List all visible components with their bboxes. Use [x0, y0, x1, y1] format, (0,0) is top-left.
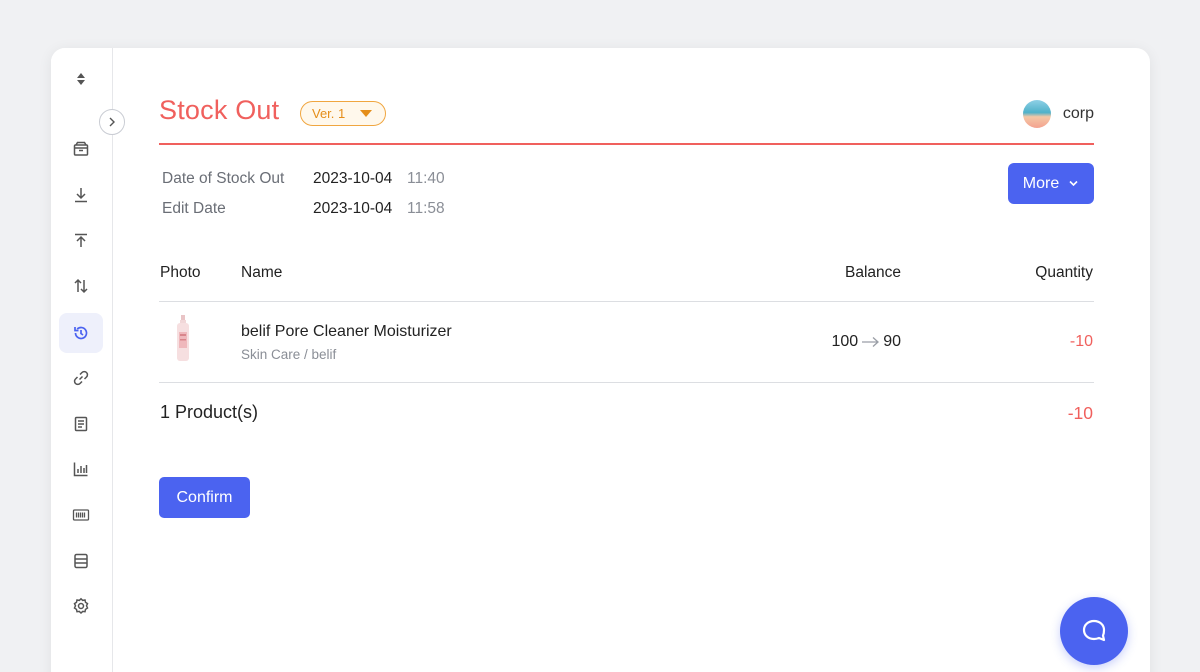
main-content: Stock Out Ver. 1 corp Date of Stock Out … — [113, 48, 1150, 672]
balance-from: 100 — [831, 333, 859, 350]
more-button[interactable]: More — [1008, 163, 1094, 204]
column-header-photo: Photo — [160, 264, 201, 281]
edit-date-label: Edit Date — [162, 200, 226, 217]
stock-out-icon[interactable] — [59, 221, 103, 261]
chart-icon[interactable] — [59, 449, 103, 489]
stock-out-time-value: 11:40 — [407, 170, 445, 187]
box-icon[interactable] — [59, 129, 103, 169]
stock-out-date-value: 2023-10-04 — [313, 170, 393, 187]
product-category: Skin Care / belif — [241, 347, 337, 362]
app-window: Stock Out Ver. 1 corp Date of Stock Out … — [51, 48, 1150, 672]
avatar — [1022, 100, 1051, 128]
chat-button[interactable] — [1060, 597, 1128, 665]
page-title: Stock Out — [159, 95, 280, 125]
table-footer-divider — [159, 382, 1094, 383]
chat-icon — [1082, 619, 1106, 642]
table-header-divider — [159, 301, 1094, 302]
version-dropdown[interactable]: Ver. 1 — [300, 101, 386, 126]
balance-change: 100 90 — [832, 333, 902, 351]
chevron-down-icon — [1069, 180, 1078, 187]
link-icon[interactable] — [59, 358, 103, 398]
column-header-quantity: Quantity — [1035, 264, 1093, 281]
history-icon[interactable] — [59, 313, 103, 353]
balance-to: 90 — [883, 333, 901, 350]
settings-icon[interactable] — [59, 586, 103, 626]
caret-down-icon — [360, 110, 372, 117]
document-icon[interactable] — [59, 404, 103, 444]
version-label: Ver. 1 — [312, 106, 346, 121]
more-button-label: More — [1022, 174, 1060, 192]
edit-date-value: 2023-10-04 — [313, 200, 393, 217]
edit-time-value: 11:58 — [407, 200, 445, 217]
sidebar-toggle-button[interactable] — [99, 109, 125, 135]
chevron-right-icon — [109, 117, 115, 127]
column-header-name: Name — [241, 264, 283, 281]
product-count: 1 Product(s) — [160, 402, 259, 422]
column-header-balance: Balance — [844, 264, 901, 281]
stock-out-date-label: Date of Stock Out — [162, 170, 285, 187]
arrow-right-icon — [862, 337, 880, 347]
sort-icon[interactable] — [59, 59, 103, 99]
product-photo — [177, 315, 189, 361]
barcode-icon[interactable] — [59, 495, 103, 535]
transfer-icon[interactable] — [59, 266, 103, 306]
product-name: belif Pore Cleaner Moisturizer — [241, 323, 452, 340]
total-quantity: -10 — [1067, 403, 1093, 423]
table-icon[interactable] — [59, 541, 103, 581]
title-divider — [159, 143, 1094, 145]
user-name: corp — [1062, 105, 1094, 122]
sidebar — [51, 48, 113, 672]
user-menu[interactable]: corp — [1022, 100, 1094, 128]
stock-in-icon[interactable] — [59, 175, 103, 215]
row-quantity: -10 — [1069, 333, 1093, 350]
confirm-button[interactable]: Confirm — [159, 477, 250, 518]
